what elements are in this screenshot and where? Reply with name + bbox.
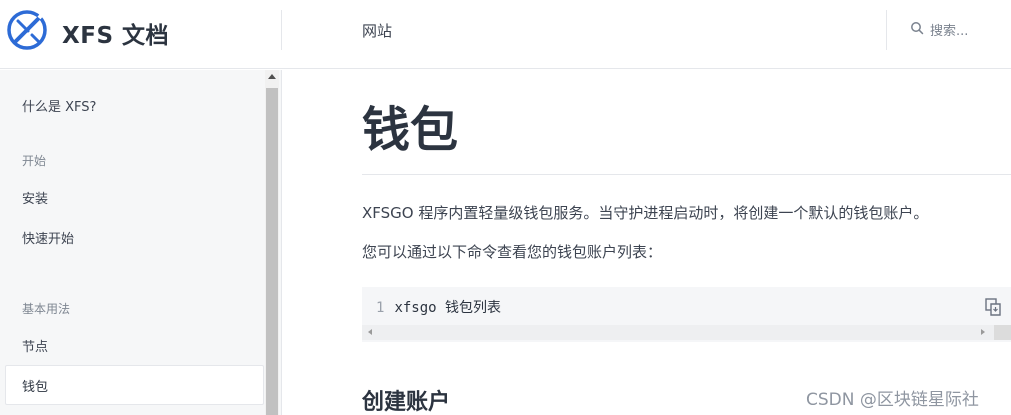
command-paragraph: 您可以通过以下命令查看您的钱包账户列表： bbox=[362, 243, 663, 261]
watermark: CSDN @区块链星际社 bbox=[806, 390, 979, 410]
scroll-right-arrow-icon[interactable] bbox=[981, 329, 985, 335]
line-number: 1 bbox=[376, 300, 385, 316]
header-divider bbox=[886, 10, 887, 50]
copy-icon[interactable] bbox=[984, 297, 1004, 317]
intro-paragraph: XFSGO 程序内置轻量级钱包服务。当守护进程启动时，将创建一个默认的钱包账户。 bbox=[362, 204, 929, 222]
search-icon bbox=[910, 20, 924, 39]
code-text: xfsgo 钱包列表 bbox=[394, 300, 502, 316]
code-line: 1 xfsgo 钱包列表 bbox=[376, 297, 501, 317]
scroll-up-arrow-icon[interactable] bbox=[268, 74, 276, 79]
scrollbar-corner bbox=[994, 325, 1011, 340]
code-block: 1 xfsgo 钱包列表 bbox=[362, 287, 1011, 342]
nav-link-website[interactable]: 网站 bbox=[362, 20, 392, 41]
code-horizontal-scrollbar[interactable] bbox=[362, 325, 994, 340]
sidebar-item-what-is-xfs[interactable]: 什么是 XFS? bbox=[22, 96, 96, 115]
sidebar: 什么是 XFS? 开始 安装 快速开始 基本用法 节点 钱包 bbox=[0, 70, 282, 415]
sidebar-item-node[interactable]: 节点 bbox=[22, 336, 48, 355]
sidebar-item-label: 钱包 bbox=[22, 380, 49, 395]
section-heading: 创建账户 bbox=[362, 390, 451, 415]
top-header: XFS 文档 网站 搜索... bbox=[0, 0, 1011, 69]
sidebar-item-quick-start[interactable]: 快速开始 bbox=[22, 228, 74, 247]
header-divider bbox=[281, 10, 282, 50]
sidebar-section-start: 开始 bbox=[22, 154, 47, 168]
scroll-left-arrow-icon[interactable] bbox=[368, 329, 372, 335]
search-box[interactable]: 搜索... bbox=[910, 20, 968, 39]
sidebar-item-install[interactable]: 安装 bbox=[22, 188, 48, 207]
sidebar-scrollbar[interactable] bbox=[265, 70, 279, 415]
title-divider bbox=[362, 174, 1011, 175]
search-input[interactable]: 搜索... bbox=[930, 20, 968, 39]
page-title: 钱包 bbox=[362, 102, 459, 158]
sidebar-item-wallet[interactable]: 钱包 bbox=[5, 365, 264, 405]
xfs-logo-icon[interactable] bbox=[6, 9, 48, 51]
scrollbar-thumb[interactable] bbox=[266, 88, 278, 415]
site-title[interactable]: XFS 文档 bbox=[62, 16, 169, 50]
sidebar-section-basic-usage: 基本用法 bbox=[22, 302, 71, 316]
